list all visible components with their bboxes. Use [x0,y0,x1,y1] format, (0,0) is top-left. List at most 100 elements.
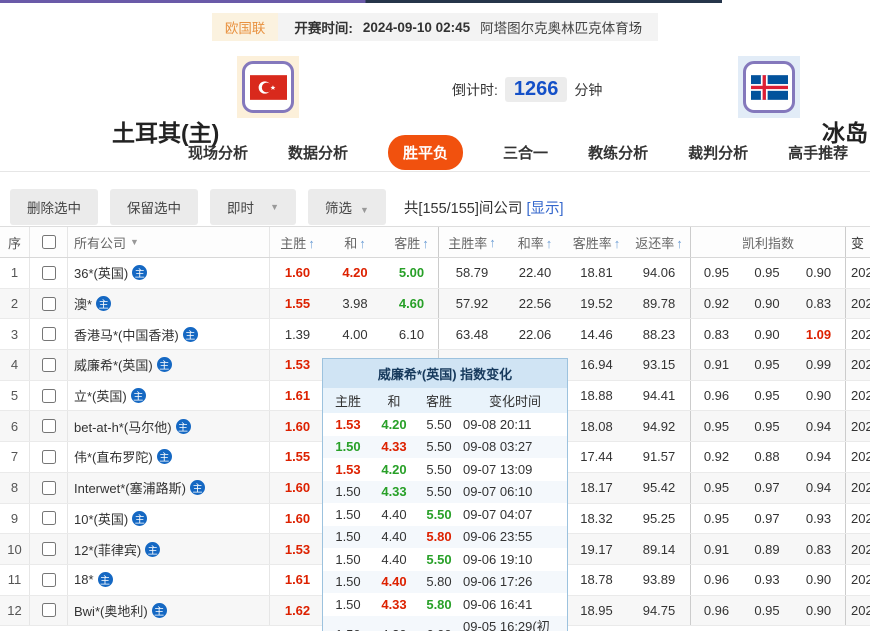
kelly-away: 0.94 [792,419,845,434]
row-checkbox[interactable] [42,419,56,433]
home-odds: 1.55 [270,296,325,311]
row-checkbox[interactable] [42,542,56,556]
tab-coach-analysis[interactable]: 教练分析 [588,142,648,163]
popup-home-odds: 1.50 [323,484,373,499]
draw-odds: 4.20 [325,265,385,280]
popup-home-odds: 1.53 [323,462,373,477]
tab-referee-analysis[interactable]: 裁判分析 [688,142,748,163]
tab-expert-picks[interactable]: 高手推荐 [788,142,848,163]
league-badge[interactable]: 欧国联 [212,13,279,41]
change-time: 2024- [845,258,870,288]
popup-home-odds: 1.50 [323,574,373,589]
time-mode-select[interactable]: 即时 ▼ [210,189,296,225]
row-checkbox[interactable] [42,511,56,525]
row-checkbox[interactable] [42,358,56,372]
row-checkbox[interactable] [42,327,56,341]
company-cell[interactable]: 36*(英国)主 [68,258,270,288]
company-home-icon[interactable]: 主 [157,449,172,464]
company-cell[interactable]: 威廉希*(英国)主 [68,350,270,380]
company-cell[interactable]: 18* 主 [68,565,270,595]
popup-away-odds: 5.50 [415,552,463,567]
away-win-rate: 19.52 [565,296,628,311]
return-rate: 91.57 [628,449,690,464]
company-cell[interactable]: 立*(英国) 主 [68,381,270,411]
company-home-icon[interactable]: 主 [176,419,191,434]
col-home-rate[interactable]: 主胜率↑ [438,227,505,257]
row-checkbox[interactable] [42,389,56,403]
company-cell[interactable]: Interwet*(塞浦路斯)主 [68,473,270,503]
company-home-icon[interactable]: 主 [98,572,113,587]
company-home-icon[interactable]: 主 [131,388,146,403]
company-cell[interactable]: Bwi*(奥地利)主 [68,596,270,626]
return-rate: 94.75 [628,603,690,618]
popup-row: 1.534.205.5009-08 20:11 [323,413,567,436]
col-draw-odds[interactable]: 和↑ [325,233,385,252]
company-name: 18* [74,572,94,587]
row-index: 4 [0,350,30,380]
row-checkbox[interactable] [42,450,56,464]
change-time: 2024- [845,596,870,626]
row-index: 9 [0,504,30,534]
kelly-home: 0.95 [690,411,742,441]
company-name: 立*(英国) [74,386,127,405]
company-home-icon[interactable]: 主 [183,327,198,342]
company-home-icon[interactable]: 主 [96,296,111,311]
keep-selected-button[interactable]: 保留选中 [110,189,198,225]
company-cell[interactable]: bet-at-h*(马尔他)主 [68,411,270,441]
popup-row: 1.504.335.5009-07 06:10 [323,481,567,504]
col-company[interactable]: 所有公司▼ [68,227,270,257]
company-home-icon[interactable]: 主 [157,357,172,372]
popup-home-odds: 1.50 [323,529,373,544]
tab-win-draw-lose[interactable]: 胜平负 [388,135,463,170]
away-win-rate: 18.95 [565,603,628,618]
row-checkbox[interactable] [42,481,56,495]
popup-home-odds: 1.53 [323,417,373,432]
col-away-rate[interactable]: 客胜率↑ [565,233,628,252]
row-checkbox[interactable] [42,266,56,280]
tab-data-analysis[interactable]: 数据分析 [288,142,348,163]
popup-away-odds: 5.50 [415,484,463,499]
kelly-draw: 0.97 [742,511,792,526]
kelly-away: 0.94 [792,480,845,495]
row-checkbox[interactable] [42,573,56,587]
popup-draw-odds: 4.33 [373,597,415,612]
show-link[interactable]: [显示] [526,201,563,217]
tab-three-in-one[interactable]: 三合一 [503,142,548,163]
popup-change-time: 09-07 13:09 [463,462,567,477]
kelly-home: 0.96 [690,381,742,411]
away-win-rate: 18.08 [565,419,628,434]
company-home-icon[interactable]: 主 [132,511,147,526]
col-draw-rate[interactable]: 和率↑ [505,233,565,252]
row-checkbox[interactable] [42,603,56,617]
table-row: 136*(英国)主1.604.205.0058.7922.4018.8194.0… [0,258,870,289]
company-cell[interactable]: 伟*(直布罗陀)主 [68,442,270,472]
change-time: 2024- [845,565,870,595]
popup-change-time: 09-06 19:10 [463,552,567,567]
kelly-away: 0.90 [792,572,845,587]
tab-live-analysis[interactable]: 现场分析 [188,142,248,163]
company-cell[interactable]: 香港马*(中国香港)主 [68,319,270,349]
company-home-icon[interactable]: 主 [145,542,160,557]
company-cell[interactable]: 12*(菲律宾)主 [68,534,270,564]
return-rate: 88.23 [628,327,690,342]
row-checkbox-cell [30,442,68,472]
company-home-icon[interactable]: 主 [152,603,167,618]
company-cell[interactable]: 10*(英国)主 [68,504,270,534]
col-return-rate[interactable]: 返还率↑ [628,233,690,252]
col-away-odds[interactable]: 客胜↑ [385,233,438,252]
company-home-icon[interactable]: 主 [132,265,147,280]
popup-row: 1.504.405.8009-06 23:55 [323,526,567,549]
company-cell[interactable]: 澳*主 [68,289,270,319]
kelly-home: 0.96 [690,596,742,626]
row-checkbox[interactable] [42,297,56,311]
select-all-checkbox[interactable] [42,235,56,249]
filter-label: 筛选 [325,201,352,216]
col-home-odds[interactable]: 主胜↑ [270,233,325,252]
filter-button[interactable]: 筛选▼ [308,189,386,225]
popup-row: 1.504.405.8009-06 17:26 [323,571,567,594]
kickoff-label: 开赛时间: [294,17,353,37]
countdown-value: 1266 [505,77,568,102]
delete-selected-button[interactable]: 删除选中 [10,189,98,225]
time-mode-value: 即时 [227,197,254,217]
company-home-icon[interactable]: 主 [190,480,205,495]
